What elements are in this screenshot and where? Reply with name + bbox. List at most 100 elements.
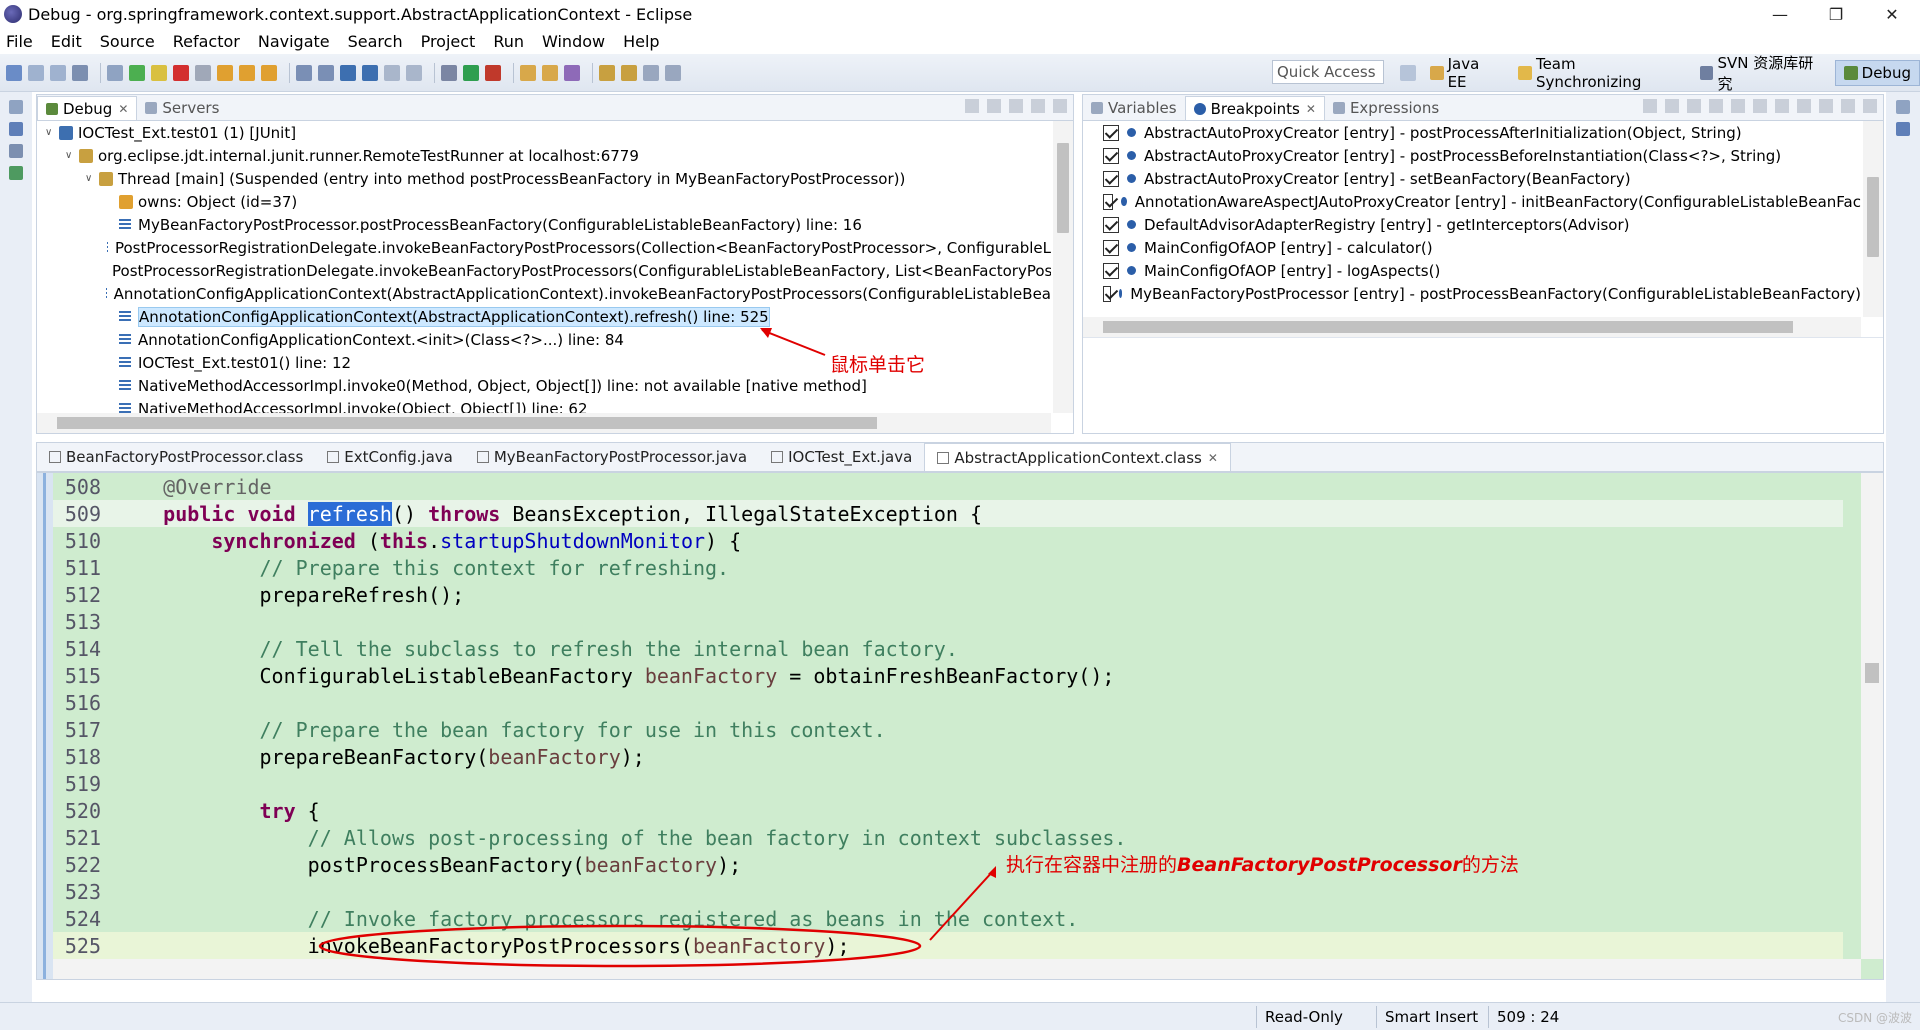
open-type-icon[interactable] [340, 64, 356, 81]
menu-help[interactable]: Help [623, 32, 659, 51]
expand-toggle-icon[interactable]: ∨ [45, 127, 59, 138]
remove-all-breakpoints-icon[interactable] [1665, 99, 1679, 113]
perspective-team-sync[interactable]: Team Synchronizing [1510, 55, 1692, 91]
menu-refactor[interactable]: Refactor [173, 32, 240, 51]
breakpoint-enabled-checkbox[interactable] [1103, 285, 1111, 302]
breakpoints-vertical-scrollbar[interactable] [1863, 121, 1883, 317]
editor-tab[interactable]: AbstractApplicationContext.class ✕ [924, 443, 1231, 471]
debug-tree-row[interactable]: ∨ Thread [main] (Suspended (entry into me… [37, 167, 1051, 190]
editor-tab[interactable]: MyBeanFactoryPostProcessor.java [465, 443, 759, 471]
breakpoint-enabled-checkbox[interactable] [1103, 193, 1114, 210]
menu-window[interactable]: Window [542, 32, 605, 51]
close-tab-icon[interactable]: ✕ [1306, 102, 1316, 116]
perspective-svn[interactable]: SVN 资源库研究 [1692, 54, 1835, 93]
restore-view-icon[interactable] [9, 100, 23, 114]
menu-file[interactable]: File [6, 32, 33, 51]
editor-tab[interactable]: ExtConfig.java [315, 443, 465, 471]
annotation-ruler[interactable] [37, 473, 53, 979]
code-editor[interactable]: 508 @Override 509 public void refresh() t… [36, 472, 1884, 980]
code-line[interactable]: 522 postProcessBeanFactory(beanFactory); [53, 851, 1843, 878]
code-line[interactable]: 512 prepareRefresh(); [53, 581, 1843, 608]
breakpoint-item[interactable]: AbstractAutoProxyCreator [entry] - postP… [1083, 121, 1861, 144]
outline-view-icon[interactable] [1896, 122, 1910, 136]
new-java-project-icon[interactable] [520, 64, 536, 81]
close-tab-icon[interactable]: ✕ [118, 102, 128, 116]
tab-debug[interactable]: Debug ✕ [37, 96, 138, 120]
back-icon[interactable] [643, 64, 659, 81]
breakpoint-enabled-checkbox[interactable] [1103, 170, 1119, 187]
console-icon[interactable] [9, 166, 23, 180]
code-line[interactable]: 515 ConfigurableListableBeanFactory bean… [53, 662, 1843, 689]
code-line[interactable]: 511 // Prepare this context for refreshi… [53, 554, 1843, 581]
minimize-view-icon[interactable] [1031, 99, 1045, 113]
debug-tree-row[interactable]: AnnotationConfigApplicationContext.<init… [37, 328, 1051, 351]
stack-frame-selected[interactable]: AnnotationConfigApplicationContext(Abstr… [37, 305, 1051, 328]
breakpoint-enabled-checkbox[interactable] [1103, 262, 1119, 279]
scrollbar-thumb[interactable] [1057, 143, 1069, 233]
code-line[interactable]: 518 prepareBeanFactory(beanFactory); [53, 743, 1843, 770]
next-annotation-icon[interactable] [599, 64, 615, 81]
menu-source[interactable]: Source [100, 32, 155, 51]
debug-vertical-scrollbar[interactable] [1053, 121, 1073, 413]
tab-variables[interactable]: Variables [1083, 96, 1185, 120]
menu-search[interactable]: Search [348, 32, 403, 51]
editor-horizontal-scrollbar[interactable] [53, 959, 1861, 979]
debug-horizontal-scrollbar[interactable] [37, 413, 1051, 433]
maximize-view-icon[interactable] [1863, 99, 1877, 113]
editor-tab[interactable]: BeanFactoryPostProcessor.class [37, 443, 315, 471]
restore-view-icon[interactable] [1896, 100, 1910, 114]
debug-tree-row[interactable]: NativeMethodAccessorImpl.invoke0(Method,… [37, 374, 1051, 397]
breakpoint-enabled-checkbox[interactable] [1103, 124, 1119, 141]
menu-project[interactable]: Project [421, 32, 476, 51]
link-with-debug-icon[interactable] [1797, 99, 1811, 113]
expand-toggle-icon[interactable]: ∨ [85, 173, 99, 184]
debug-tree-row[interactable]: PostProcessorRegistrationDelegate.invoke… [37, 259, 1051, 282]
view-menu-icon[interactable] [1819, 99, 1833, 113]
expand-toggle-icon[interactable]: ∨ [65, 150, 79, 161]
minimize-view-icon[interactable] [1841, 99, 1855, 113]
code-line[interactable]: 509 public void refresh() throws BeansEx… [53, 500, 1843, 527]
drop-to-frame-icon[interactable] [296, 64, 312, 81]
suspend-icon[interactable] [151, 64, 167, 81]
go-to-file-icon[interactable] [1709, 99, 1723, 113]
terminate-icon[interactable] [173, 64, 189, 81]
breakpoint-item[interactable]: MyBeanFactoryPostProcessor [entry] - pos… [1083, 282, 1861, 305]
breakpoint-item[interactable]: AnnotationAwareAspectJAutoProxyCreator [… [1083, 190, 1861, 213]
skip-all-icon[interactable] [1731, 99, 1745, 113]
collapse-all-icon[interactable] [1775, 99, 1789, 113]
scrollbar-thumb[interactable] [57, 417, 877, 429]
scrollbar-thumb[interactable] [1865, 663, 1879, 683]
code-line[interactable]: 513 [53, 608, 1843, 635]
code-line[interactable]: 525 invokeBeanFactoryPostProcessors(bean… [53, 932, 1843, 959]
debug-run-icon[interactable] [441, 64, 457, 81]
code-line[interactable]: 523 [53, 878, 1843, 905]
debug-tree-row[interactable]: AnnotationConfigApplicationContext(Abstr… [37, 282, 1051, 305]
pen-icon[interactable] [564, 64, 580, 81]
debug-tree-row[interactable]: ∨ org.eclipse.jdt.internal.junit.runner.R… [37, 144, 1051, 167]
breakpoint-item[interactable]: DefaultAdvisorAdapterRegistry [entry] - … [1083, 213, 1861, 236]
disconnect-icon[interactable] [195, 64, 211, 81]
toggle-block-icon[interactable] [406, 64, 422, 81]
debug-tree-row[interactable]: ∨ IOCTest_Ext.test01 (1) [JUnit] [37, 121, 1051, 144]
close-window-button[interactable]: ✕ [1864, 0, 1920, 28]
save-all-icon[interactable] [50, 64, 66, 81]
menu-navigate[interactable]: Navigate [258, 32, 330, 51]
open-perspective-icon[interactable] [1400, 65, 1416, 81]
scrollbar-thumb[interactable] [1867, 177, 1879, 257]
open-folder-icon[interactable] [542, 64, 558, 81]
breakpoints-horizontal-scrollbar[interactable] [1083, 317, 1861, 337]
debug-tree-row[interactable]: MyBeanFactoryPostProcessor.postProcessBe… [37, 213, 1051, 236]
previous-annotation-icon[interactable] [621, 64, 637, 81]
breakpoint-item[interactable]: MainConfigOfAOP [entry] - calculator() [1083, 236, 1861, 259]
tab-servers[interactable]: Servers [137, 96, 227, 120]
editor-tab[interactable]: IOCTest_Ext.java [759, 443, 924, 471]
outline-icon[interactable] [9, 144, 23, 158]
remove-breakpoint-icon[interactable] [1643, 99, 1657, 113]
tab-expressions[interactable]: Expressions [1325, 96, 1447, 120]
perspective-debug[interactable]: Debug [1834, 60, 1920, 86]
search-icon[interactable] [362, 64, 378, 81]
print-icon[interactable] [72, 64, 88, 81]
forward-icon[interactable] [665, 64, 681, 81]
code-line[interactable]: 520 try { [53, 797, 1843, 824]
debug-tree-row[interactable]: PostProcessorRegistrationDelegate.invoke… [37, 236, 1051, 259]
